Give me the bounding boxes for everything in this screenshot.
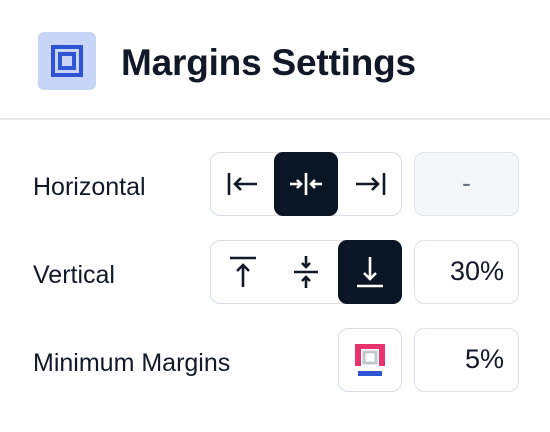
minimum-margins-icon bbox=[355, 344, 385, 376]
minimum-margins-button[interactable] bbox=[338, 328, 402, 392]
vertical-label: Vertical bbox=[33, 261, 115, 289]
horizontal-label: Horizontal bbox=[33, 173, 146, 201]
arrows-inward-middle-icon bbox=[294, 255, 318, 288]
margins-icon bbox=[38, 32, 96, 90]
arrow-to-right-bar-icon bbox=[356, 172, 386, 195]
horizontal-alignment-group bbox=[210, 151, 402, 216]
panel-header: Margins Settings bbox=[0, 0, 550, 120]
vertical-value-field[interactable]: 30% bbox=[414, 240, 519, 304]
minimum-margins-label: Minimum Margins bbox=[33, 349, 231, 377]
page-title: Margins Settings bbox=[121, 42, 416, 83]
margins-settings-panel: Margins Settings Horizontal - Vertical 3… bbox=[0, 0, 550, 432]
vertical-align-middle-button[interactable] bbox=[274, 240, 338, 304]
vertical-align-top-button[interactable] bbox=[211, 240, 275, 304]
vertical-alignment-group bbox=[210, 239, 402, 304]
minimum-margins-value-field[interactable]: 5% bbox=[414, 328, 519, 392]
horizontal-align-right-button[interactable] bbox=[338, 152, 402, 216]
arrow-to-left-bar-icon bbox=[227, 172, 257, 195]
arrow-to-top-bar-icon bbox=[230, 256, 256, 287]
horizontal-value-field[interactable]: - bbox=[414, 152, 519, 216]
horizontal-align-center-button[interactable] bbox=[274, 151, 338, 216]
arrow-to-bottom-bar-icon bbox=[357, 256, 383, 287]
vertical-align-bottom-button[interactable] bbox=[338, 239, 402, 304]
horizontal-align-left-button[interactable] bbox=[211, 152, 275, 216]
arrows-inward-center-icon bbox=[290, 172, 322, 195]
